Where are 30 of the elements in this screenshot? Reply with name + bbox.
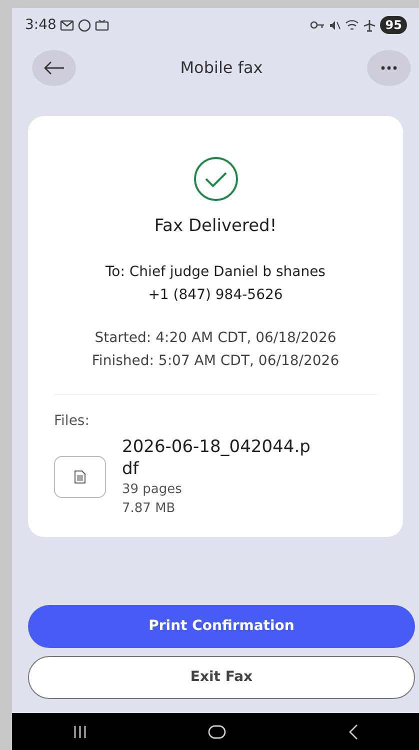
page-count: 39 pages — [122, 480, 183, 499]
fax-number: +1 (847) 984-5626 — [148, 286, 283, 304]
more-icon — [380, 66, 397, 70]
file-name: 2026-06-18_042044.pdf — [122, 436, 312, 480]
file-size: 7.87 MB — [122, 500, 176, 518]
mail-icon — [60, 20, 74, 30]
finished-time: Finished: 5:07 AM CDT, 06/18/2026 — [92, 352, 340, 370]
battery-level: 95 — [380, 16, 407, 34]
back-arrow-icon — [43, 61, 65, 75]
file-thumbnail[interactable] — [54, 456, 106, 498]
tv-icon — [95, 19, 110, 31]
mute-icon — [329, 20, 342, 30]
document-icon — [74, 470, 86, 484]
airplane-icon — [363, 18, 376, 32]
check-circle-icon — [192, 156, 238, 202]
print-confirmation-button[interactable]: Print Confirmation — [28, 604, 415, 648]
started-time: Started: 4:20 AM CDT, 06/18/2026 — [94, 328, 336, 348]
home-icon[interactable] — [208, 724, 226, 738]
screen-title: Mobile fax — [180, 57, 263, 79]
wifi-icon — [345, 20, 360, 30]
recipient-name: To: Chief judge Daniel b shanes — [106, 262, 326, 282]
exit-button[interactable]: Exit Fax — [28, 656, 415, 699]
back-icon[interactable] — [348, 724, 358, 740]
status-time: 3:48 — [25, 16, 56, 34]
recent-apps-icon[interactable] — [72, 724, 87, 738]
chat-icon — [78, 18, 92, 32]
key-icon — [310, 21, 326, 29]
result-title: Fax Delivered! — [154, 215, 277, 238]
back-button[interactable] — [32, 50, 76, 86]
files-label: Files: — [54, 412, 90, 430]
